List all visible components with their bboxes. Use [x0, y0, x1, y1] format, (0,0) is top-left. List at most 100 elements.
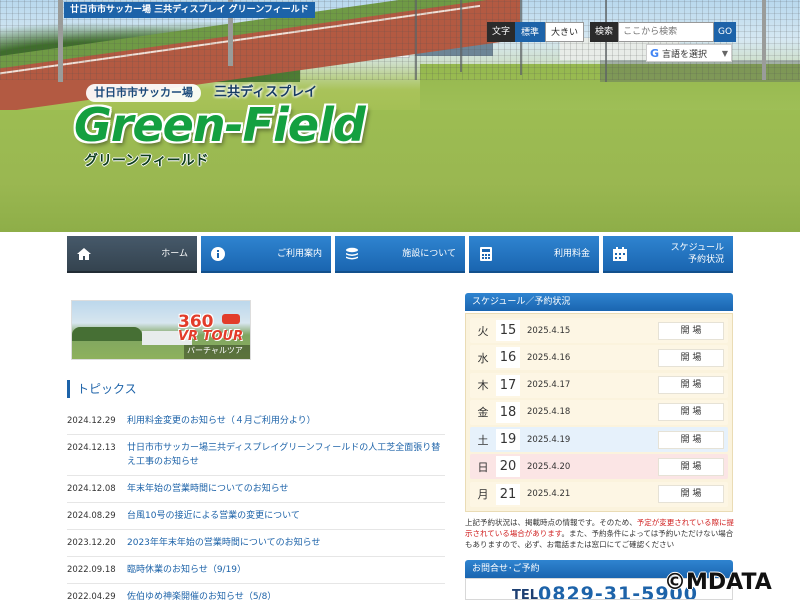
copyright-watermark: ©MDATA: [664, 570, 772, 595]
list-item[interactable]: 2023.12.20 2023年年末年始の営業時間についてのお知らせ: [67, 530, 445, 557]
schedule-status: 開 場: [658, 457, 724, 476]
schedule-row[interactable]: 月 21 2025.4.21 開 場: [470, 481, 728, 507]
calendar-icon: [613, 247, 627, 261]
topic-link[interactable]: 年末年始の営業時間についてのお知らせ: [127, 482, 445, 496]
schedule-status: 開 場: [658, 321, 724, 340]
schedule-day-number: 19: [496, 429, 520, 451]
topic-date: 2022.09.18: [67, 565, 116, 575]
schedule-date: 2025.4.19: [527, 434, 571, 445]
schedule-weekday: 日: [477, 460, 489, 474]
nav-item-guide[interactable]: ご利用案内: [201, 236, 331, 273]
schedule-date: 2025.4.17: [527, 380, 571, 391]
nav-item-home[interactable]: ホーム: [67, 236, 197, 273]
hero-netpost: [415, 0, 417, 80]
schedule-weekday: 木: [477, 379, 489, 393]
topic-link[interactable]: 台風10号の接近による営業の変更について: [127, 509, 445, 523]
google-g-icon: G: [650, 46, 660, 60]
topic-date: 2024.12.08: [67, 484, 116, 494]
calculator-icon: [480, 247, 492, 261]
schedule-status: 開 場: [658, 403, 724, 422]
layers-icon: [346, 247, 358, 260]
schedule-row-sunday[interactable]: 日 20 2025.4.20 開 場: [470, 454, 728, 480]
schedule-date: 2025.4.16: [527, 352, 571, 363]
font-size-label: 文字: [487, 22, 516, 42]
search-go-button[interactable]: GO: [714, 22, 737, 42]
nav-item-schedule[interactable]: スケジュール 予約状況: [603, 236, 733, 273]
info-icon: [211, 247, 225, 261]
topic-link[interactable]: 佐伯ゆめ神楽開催のお知らせ（5/8）: [127, 590, 445, 600]
tel-label: TEL: [512, 588, 539, 600]
schedule-weekday: 金: [477, 406, 489, 420]
schedule-heading[interactable]: スケジュール／予約状況: [465, 293, 733, 311]
topic-date: 2022.04.29: [67, 592, 116, 600]
font-size-standard-button[interactable]: 標準: [515, 22, 546, 42]
translate-select[interactable]: G 言語を選択 ▼: [646, 44, 732, 62]
schedule-row[interactable]: 火 15 2025.4.15 開 場: [470, 318, 728, 343]
nav-label-line1: スケジュール: [670, 242, 724, 253]
list-item[interactable]: 2024.12.29 利用料金変更のお知らせ（４月ご利用分より）: [67, 408, 445, 435]
topic-link[interactable]: 廿日市市サッカー場三共ディスプレイグリーンフィールドの人工芝全面張り替え工事のお…: [127, 441, 445, 469]
schedule-date: 2025.4.20: [527, 461, 571, 472]
schedule-note: 上記予約状況は、掲載時点の情報です。そのため、予定が変更されている際に提示されて…: [465, 517, 735, 550]
site-title-strip[interactable]: 廿日市市サッカー場 三共ディスプレイ グリーンフィールド: [64, 2, 315, 18]
schedule-row[interactable]: 木 17 2025.4.17 開 場: [470, 372, 728, 398]
topic-link[interactable]: 2023年年末年始の営業時間についてのお知らせ: [127, 536, 445, 550]
site-logo[interactable]: 廿日市市サッカー場 三共ディスプレイ Green-Field グリーンフィールド: [72, 82, 392, 172]
schedule-note-part1: 上記予約状況は、掲載時点の情報です。そのため、: [465, 518, 637, 527]
logo-kana-text: グリーンフィールド: [84, 153, 209, 169]
schedule-row[interactable]: 金 18 2025.4.18 開 場: [470, 399, 728, 425]
topic-date: 2024.12.29: [67, 416, 116, 426]
schedule-weekday: 月: [477, 488, 489, 502]
list-item[interactable]: 2024.12.13 廿日市市サッカー場三共ディスプレイグリーンフィールドの人工…: [67, 435, 445, 476]
schedule-weekday: 水: [477, 351, 489, 365]
schedule-weekday: 土: [477, 433, 489, 447]
font-size-large-button[interactable]: 大きい: [545, 22, 585, 42]
schedule-status: 開 場: [658, 348, 724, 367]
main-nav: ホーム ご利用案内 施設について 利用料金 スケジュール 予約状況: [67, 236, 733, 273]
translate-label: 言語を選択: [662, 49, 708, 60]
header-tools: 文字 標準 大きい 検索 GO: [487, 22, 737, 42]
topic-link[interactable]: 臨時休業のお知らせ（9/19）: [127, 563, 445, 577]
schedule-table: 火 15 2025.4.15 開 場 水 16 2025.4.16 開 場 木 …: [465, 313, 733, 512]
topic-date: 2023.12.20: [67, 538, 116, 548]
search-label: 検索: [590, 22, 619, 42]
hero-pole: [762, 0, 766, 80]
vr-goggle-icon: [222, 314, 240, 324]
vr-tour-banner[interactable]: 360 VR TOUR バーチャルツアー: [71, 300, 251, 360]
topic-date: 2024.08.29: [67, 511, 116, 521]
topics-list: 2024.12.29 利用料金変更のお知らせ（４月ご利用分より） 2024.12…: [67, 408, 445, 600]
list-item[interactable]: 2022.04.29 佐伯ゆめ神楽開催のお知らせ（5/8）: [67, 584, 445, 600]
nav-label: スケジュール 予約状況: [671, 242, 724, 266]
schedule-day-number: 16: [496, 347, 520, 369]
nav-label: ご利用案内: [276, 248, 322, 259]
schedule-weekday: 火: [477, 324, 489, 338]
schedule-day-number: 18: [496, 401, 520, 423]
schedule-day-number: 17: [496, 374, 520, 396]
nav-label-line2: 予約状況: [687, 254, 724, 265]
schedule-row[interactable]: 水 16 2025.4.16 開 場: [470, 345, 728, 371]
logo-main-text: Green-Field: [74, 98, 366, 152]
chevron-down-icon: ▼: [721, 48, 728, 58]
schedule-status: 開 場: [658, 430, 724, 449]
nav-label: 施設について: [402, 248, 456, 259]
nav-label: ホーム: [161, 248, 188, 259]
nav-item-fees[interactable]: 利用料金: [469, 236, 599, 273]
topic-date: 2024.12.13: [67, 443, 116, 453]
hero-netpost: [460, 0, 462, 72]
search-input[interactable]: [618, 22, 715, 42]
schedule-day-number: 15: [496, 320, 520, 341]
topic-link[interactable]: 利用料金変更のお知らせ（４月ご利用分より）: [127, 414, 445, 428]
nav-item-facility[interactable]: 施設について: [335, 236, 465, 273]
schedule-day-number: 20: [496, 456, 520, 478]
hero-pole: [58, 0, 63, 82]
nav-label: 利用料金: [553, 248, 590, 259]
home-icon: [77, 248, 91, 260]
schedule-status: 開 場: [658, 376, 724, 395]
schedule-row-saturday[interactable]: 土 19 2025.4.19 開 場: [470, 427, 728, 453]
vr-tour-text: VR TOUR: [178, 329, 244, 344]
list-item[interactable]: 2024.12.08 年末年始の営業時間についてのお知らせ: [67, 476, 445, 503]
vr-subtitle: バーチャルツアー: [184, 345, 250, 359]
list-item[interactable]: 2022.09.18 臨時休業のお知らせ（9/19）: [67, 557, 445, 584]
list-item[interactable]: 2024.08.29 台風10号の接近による営業の変更について: [67, 503, 445, 530]
schedule-date: 2025.4.21: [527, 489, 571, 500]
